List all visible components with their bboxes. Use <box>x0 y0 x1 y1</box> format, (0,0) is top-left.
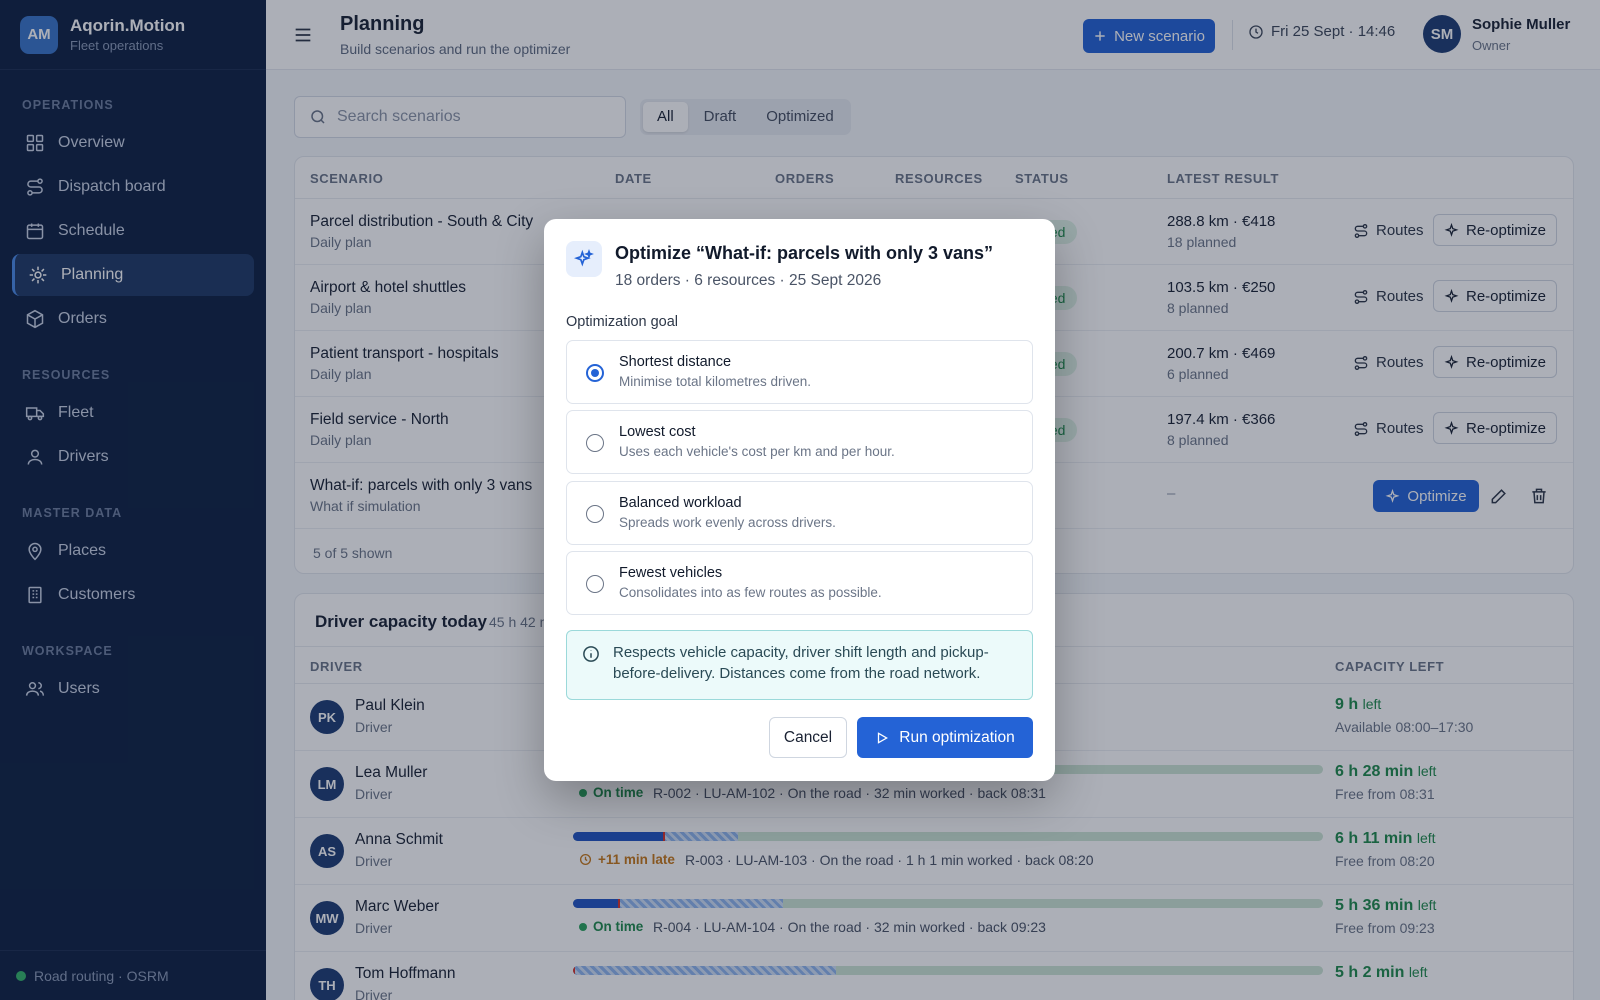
option-title: Lowest cost <box>619 424 696 440</box>
run-optimization-label: Run optimization <box>899 728 1015 746</box>
run-optimization-button[interactable]: Run optimization <box>857 717 1033 758</box>
goal-option-lowest-cost[interactable]: Lowest cost Uses each vehicle's cost per… <box>566 410 1033 474</box>
option-title: Balanced workload <box>619 495 742 511</box>
info-text: Respects vehicle capacity, driver shift … <box>613 644 989 682</box>
option-description: Consolidates into as few routes as possi… <box>619 585 882 600</box>
option-description: Spreads work evenly across drivers. <box>619 515 836 530</box>
option-title: Fewest vehicles <box>619 565 723 581</box>
optimize-dialog: Optimize “What-if: parcels with only 3 v… <box>544 219 1055 781</box>
radio-fewest-vehicles[interactable] <box>586 575 604 593</box>
info-callout: Respects vehicle capacity, driver shift … <box>566 630 1033 700</box>
option-description: Uses each vehicle's cost per km and per … <box>619 444 895 459</box>
goal-option-balanced-workload[interactable]: Balanced workload Spreads work evenly ac… <box>566 481 1033 545</box>
cancel-button[interactable]: Cancel <box>769 717 847 758</box>
sparkle-icon <box>566 241 602 277</box>
goal-option-fewest-vehicles[interactable]: Fewest vehicles Consolidates into as few… <box>566 551 1033 615</box>
dialog-subtitle: 18 orders · 6 resources · 25 Sept 2026 <box>615 272 882 289</box>
option-description: Minimise total kilometres driven. <box>619 374 812 389</box>
radio-lowest-cost[interactable] <box>586 434 604 452</box>
radio-shortest-distance[interactable] <box>586 364 604 382</box>
dialog-title: Optimize “What-if: parcels with only 3 v… <box>615 243 994 263</box>
goal-option-shortest-distance[interactable]: Shortest distance Minimise total kilomet… <box>566 340 1033 404</box>
info-icon <box>583 646 599 662</box>
goal-label: Optimization goal <box>566 314 679 330</box>
play-icon <box>878 731 889 744</box>
radio-balanced-workload[interactable] <box>586 505 604 523</box>
option-title: Shortest distance <box>619 354 732 370</box>
